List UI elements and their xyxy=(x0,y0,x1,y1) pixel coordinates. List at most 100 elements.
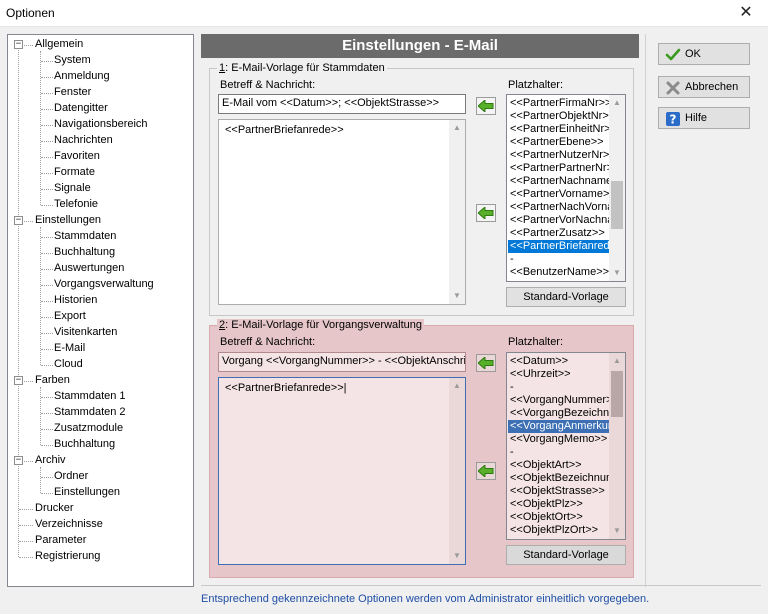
cancel-button[interactable]: Abbrechen xyxy=(658,76,750,98)
placeholder-item[interactable]: <<PartnerVorname>> xyxy=(510,188,611,201)
scroll-up-icon[interactable]: ▲ xyxy=(449,378,465,394)
ok-button[interactable]: OK xyxy=(658,43,750,65)
tree-item-signale[interactable]: Signale xyxy=(54,181,91,197)
insert-subject-button[interactable] xyxy=(476,97,496,115)
tree-item-formate[interactable]: Formate xyxy=(54,165,95,181)
placeholder-item[interactable]: <<PartnerPartnerNr>> xyxy=(510,162,611,175)
tree-item-vorgangsverwaltung[interactable]: Vorgangsverwaltung xyxy=(54,277,154,293)
tree-item-verzeichnisse[interactable]: Verzeichnisse xyxy=(35,517,103,533)
placeholder-item[interactable]: <<PartnerFirmaNr>> xyxy=(510,97,611,110)
placeholder-item[interactable]: <<PartnerBriefanrede>> xyxy=(508,240,609,253)
scroll-thumb[interactable] xyxy=(611,181,623,229)
placeholder-item[interactable]: - xyxy=(510,253,514,266)
placeholder-item[interactable]: <<PartnerEinheitNr>> xyxy=(510,123,611,136)
close-icon[interactable]: ✕ xyxy=(724,0,768,27)
tree-item-farben[interactable]: Farben xyxy=(35,373,70,389)
placeholder-item[interactable]: <<VorgangMemo>> xyxy=(510,433,607,446)
body-scrollbar[interactable]: ▲ ▼ xyxy=(449,378,465,564)
collapse-toggle-icon[interactable]: − xyxy=(14,40,23,49)
placeholder-item[interactable]: <<VorgangBezeichnung>> xyxy=(510,407,611,420)
insert-subject-button[interactable] xyxy=(476,354,496,372)
tree-item-parameter[interactable]: Parameter xyxy=(35,533,86,549)
options-tree[interactable]: − Allgemein System Anmeldung Fenster Datengit… xyxy=(7,34,194,587)
placeholder-item[interactable]: <<VorgangAnmerkung>> xyxy=(508,420,609,433)
tree-item-buchhaltung[interactable]: Buchhaltung xyxy=(54,245,115,261)
tree-item-fenster[interactable]: Fenster xyxy=(54,85,91,101)
tree-item-buchhaltung[interactable]: Buchhaltung xyxy=(54,437,115,453)
message-body-textarea[interactable]: <<PartnerBriefanrede>>| ▲ ▼ xyxy=(218,377,466,565)
tree-item-stammdaten-2[interactable]: Stammdaten 2 xyxy=(54,405,126,421)
placeholder-item[interactable]: - xyxy=(510,381,514,394)
subject-input[interactable]: E-Mail vom <<Datum>>; <<ObjektStrasse>> xyxy=(218,94,466,114)
placeholder-item[interactable]: <<ObjektPlzOrt>> xyxy=(510,524,598,537)
placeholder-item[interactable]: <<ObjektArt>> xyxy=(510,459,582,472)
placeholder-item[interactable]: <<PartnerEbene>> xyxy=(510,136,604,149)
tree-item-stammdaten[interactable]: Stammdaten xyxy=(54,229,116,245)
placeholder-label: Platzhalter: xyxy=(508,79,564,91)
tree-item-e-mail[interactable]: E-Mail xyxy=(54,341,85,357)
scroll-thumb[interactable] xyxy=(611,371,623,417)
help-button[interactable]: ? Hilfe xyxy=(658,107,750,129)
scroll-up-icon[interactable]: ▲ xyxy=(609,95,625,111)
insert-body-button[interactable] xyxy=(476,462,496,480)
tree-item-drucker[interactable]: Drucker xyxy=(35,501,74,517)
collapse-toggle-icon[interactable]: − xyxy=(14,376,23,385)
tree-item-export[interactable]: Export xyxy=(54,309,86,325)
placeholder-item[interactable]: <<PartnerVorNachname>> xyxy=(510,214,611,227)
placeholder-item[interactable]: <<PartnerObjektNr>> xyxy=(510,110,611,123)
placeholder-item[interactable]: - xyxy=(510,446,514,459)
stammdaten-template-group: 1: E-Mail-Vorlage für Stammdaten Betreff… xyxy=(209,62,634,316)
tree-item-anmeldung[interactable]: Anmeldung xyxy=(54,69,110,85)
tree-item-auswertungen[interactable]: Auswertungen xyxy=(54,261,124,277)
placeholder-item[interactable]: <<VorgangNummer>> xyxy=(510,394,611,407)
placeholder-item[interactable]: <<ObjektBezeichnung>> xyxy=(510,472,611,485)
tree-item-navigationsbereich[interactable]: Navigationsbereich xyxy=(54,117,148,133)
tree-item-allgemein[interactable]: Allgemein xyxy=(35,37,83,53)
scroll-down-icon[interactable]: ▼ xyxy=(449,288,465,304)
tree-item-visitenkarten[interactable]: Visitenkarten xyxy=(54,325,117,341)
tree-item-einstellungen[interactable]: Einstellungen xyxy=(54,485,120,501)
placeholder-item[interactable]: <<Datum>> xyxy=(510,355,568,368)
placeholder-item[interactable]: <<ObjektStrasse>> xyxy=(510,485,605,498)
placeholder-item[interactable]: <<PartnerNutzerNr>> xyxy=(510,149,611,162)
placeholder-item[interactable]: <<PartnerZusatz>> xyxy=(510,227,605,240)
scroll-down-icon[interactable]: ▼ xyxy=(449,548,465,564)
tree-item-datengitter[interactable]: Datengitter xyxy=(54,101,108,117)
placeholder-scrollbar[interactable]: ▲ ▼ xyxy=(609,353,625,539)
placeholder-item[interactable]: <<ObjektOrt>> xyxy=(510,511,583,524)
tree-item-registrierung[interactable]: Registrierung xyxy=(35,549,100,565)
placeholder-list[interactable]: <<BenutzerName>>-<<PartnerBriefanrede>><… xyxy=(506,94,626,282)
placeholder-item[interactable]: <<PartnerNachname>> xyxy=(510,175,611,188)
placeholder-scrollbar[interactable]: ▲ ▼ xyxy=(609,95,625,281)
tree-item-einstellungen[interactable]: Einstellungen xyxy=(35,213,101,229)
collapse-toggle-icon[interactable]: − xyxy=(14,216,23,225)
placeholder-list[interactable]: <<ObjektPlzOrt>> <<ObjektOrt>> <<ObjektPlz… xyxy=(506,352,626,540)
standard-template-button[interactable]: Standard-Vorlage xyxy=(506,545,626,565)
message-body-textarea[interactable]: <<PartnerBriefanrede>> ▲ ▼ xyxy=(218,119,466,305)
tree-item-historien[interactable]: Historien xyxy=(54,293,97,309)
tree-item-system[interactable]: System xyxy=(54,53,91,69)
insert-body-button[interactable] xyxy=(476,204,496,222)
tree-item-archiv[interactable]: Archiv xyxy=(35,453,66,469)
tree-item-favoriten[interactable]: Favoriten xyxy=(54,149,100,165)
scroll-down-icon[interactable]: ▼ xyxy=(609,265,625,281)
collapse-toggle-icon[interactable]: − xyxy=(14,456,23,465)
body-scrollbar[interactable]: ▲ ▼ xyxy=(449,120,465,304)
placeholder-item[interactable]: <<Uhrzeit>> xyxy=(510,368,571,381)
scroll-up-icon[interactable]: ▲ xyxy=(609,353,625,369)
tree-item-nachrichten[interactable]: Nachrichten xyxy=(54,133,113,149)
scroll-down-icon[interactable]: ▼ xyxy=(609,523,625,539)
placeholder-item[interactable]: <<BenutzerName>> xyxy=(510,266,609,279)
tree-item-cloud[interactable]: Cloud xyxy=(54,357,83,373)
tree-item-ordner[interactable]: Ordner xyxy=(54,469,88,485)
tree-item-zusatzmodule[interactable]: Zusatzmodule xyxy=(54,421,123,437)
tree-item-stammdaten-1[interactable]: Stammdaten 1 xyxy=(54,389,126,405)
scroll-up-icon[interactable]: ▲ xyxy=(449,120,465,136)
placeholder-item[interactable]: <<PartnerNachVorname>> xyxy=(510,201,611,214)
standard-template-button[interactable]: Standard-Vorlage xyxy=(506,287,626,307)
placeholder-item[interactable]: <<ObjektPlz>> xyxy=(510,498,583,511)
group-title-text: : E-Mail-Vorlage für Vorgangsverwaltung xyxy=(225,319,423,331)
status-footer: Entsprechend gekennzeichnete Optionen we… xyxy=(201,585,761,609)
tree-item-telefonie[interactable]: Telefonie xyxy=(54,197,98,213)
subject-input[interactable]: Vorgang <<VorgangNummer>> - <<ObjektAnsc… xyxy=(218,352,466,372)
